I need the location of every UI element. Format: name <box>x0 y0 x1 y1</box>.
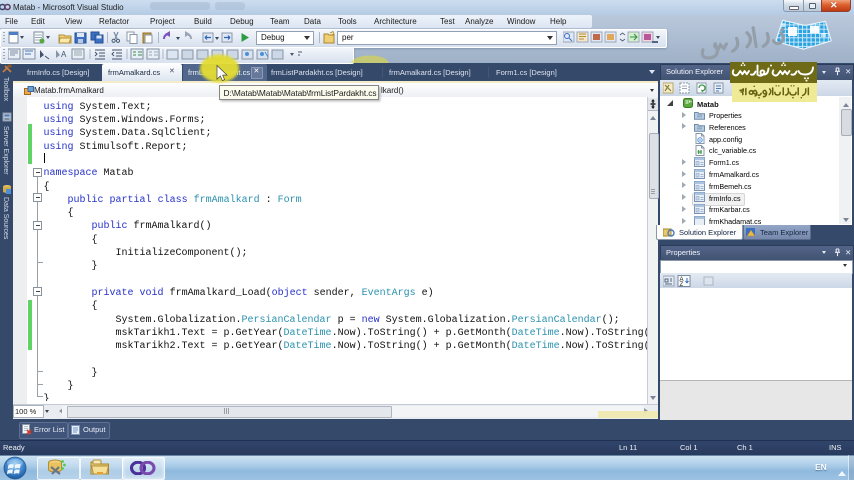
svg-text:Z: Z <box>680 282 684 287</box>
svg-text:A: A <box>61 50 67 59</box>
